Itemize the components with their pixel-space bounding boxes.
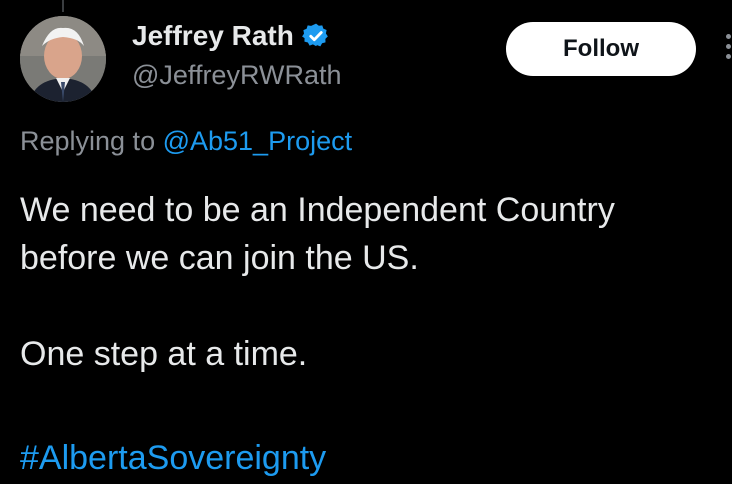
hashtag-link[interactable]: #AlbertaSovereignty [20, 434, 326, 482]
tweet-text-line: before we can join the US. [20, 239, 419, 277]
tweet-text-line: One step at a time. [20, 335, 308, 373]
profile-photo-icon [20, 16, 106, 102]
tweet-body: We need to be an Independent Country bef… [20, 186, 732, 378]
follow-button[interactable]: Follow [506, 22, 696, 76]
reply-mention-link[interactable]: @Ab51_Project [163, 126, 353, 156]
tweet-card: Jeffrey Rath @JeffreyRWRath Follow Reply… [0, 0, 732, 484]
avatar[interactable] [20, 16, 106, 102]
replying-to-line: Replying to @Ab51_Project [20, 126, 352, 157]
author-display-name[interactable]: Jeffrey Rath [132, 20, 294, 52]
more-vertical-icon[interactable] [726, 34, 732, 70]
tweet-text-line: We need to be an Independent Country [20, 191, 615, 229]
author-handle[interactable]: @JeffreyRWRath [132, 60, 341, 91]
verified-badge-icon [301, 22, 330, 50]
thread-connector-line [62, 0, 64, 12]
author-name-row: Jeffrey Rath [132, 20, 330, 52]
replying-to-label: Replying to [20, 126, 163, 156]
